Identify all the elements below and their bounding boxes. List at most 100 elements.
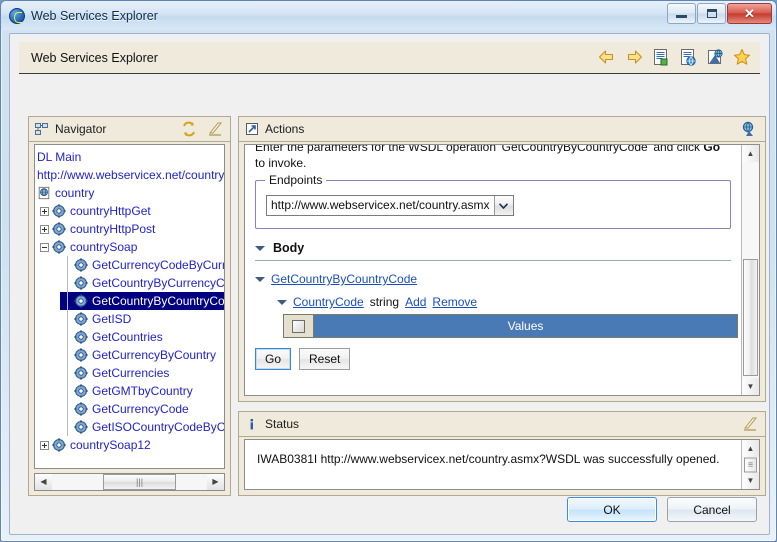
maximize-pane-icon[interactable] xyxy=(740,414,760,434)
tree-item-getcountrybycurrencycod[interactable]: GetCountryByCurrencyCod xyxy=(60,274,224,292)
instruction-suffix: to invoke. xyxy=(255,156,306,170)
tree-item-label[interactable]: http://www.webservicex.net/country xyxy=(37,166,224,184)
tree-item-getcurrencies[interactable]: GetCurrencies xyxy=(60,364,224,382)
collapse-operation-triangle-icon[interactable] xyxy=(255,277,265,282)
tree-item-label[interactable]: GetCountryByCurrencyCod xyxy=(92,274,224,292)
scroll-track[interactable]: ≡ xyxy=(742,457,759,472)
tree-item-label[interactable]: DL Main xyxy=(37,148,81,166)
instruction-prefix: Enter the parameters for the WSDL operat… xyxy=(255,145,703,154)
parameter-name-link[interactable]: CountryCode xyxy=(293,295,364,309)
tree-item-label[interactable]: GetCurrencyCode xyxy=(92,400,189,418)
cancel-button[interactable]: Cancel xyxy=(667,497,757,522)
expand-icon[interactable] xyxy=(40,441,49,450)
refresh-icon[interactable] xyxy=(179,119,199,139)
wsdl-page-icon[interactable] xyxy=(651,47,671,67)
go-button[interactable]: Go xyxy=(255,348,291,370)
tree-item-http-www-webservicex-net-country[interactable]: http://www.webservicex.net/country xyxy=(35,166,224,184)
scroll-up-button[interactable]: ▲ xyxy=(742,440,759,457)
tree-item-getgmtbycountry[interactable]: GetGMTbyCountry xyxy=(60,382,224,400)
tree-item-country[interactable]: country xyxy=(35,184,224,202)
app-banner: Web Services Explorer xyxy=(19,42,760,74)
tree-item-label[interactable]: GetGMTbyCountry xyxy=(92,382,193,400)
scroll-down-button[interactable]: ▼ xyxy=(742,472,759,489)
select-all-checkbox[interactable] xyxy=(292,320,305,333)
tree-item-getcountrybycountrycode[interactable]: GetCountryByCountryCode xyxy=(60,292,224,310)
tree-item-label[interactable]: countryHttpPost xyxy=(70,220,155,238)
application-window: Web Services Explorer ✕ Web Services Exp… xyxy=(0,0,777,542)
gear-icon xyxy=(74,420,88,434)
tree-item-dl-main[interactable]: DL Main xyxy=(35,148,224,166)
gear-icon xyxy=(74,312,88,326)
web-page-icon[interactable] xyxy=(678,47,698,67)
tree-item-countrysoap[interactable]: countrySoap xyxy=(38,238,224,256)
tree-item-getcountries[interactable]: GetCountries xyxy=(60,328,224,346)
window-controls: ✕ xyxy=(667,3,772,24)
scroll-thumb[interactable]: ||| xyxy=(103,474,176,490)
maximize-pane-icon[interactable] xyxy=(205,119,225,139)
scroll-right-button[interactable]: ▶ xyxy=(207,474,224,490)
navigator-tree-container[interactable]: DL Mainhttp://www.webservicex.net/countr… xyxy=(34,144,225,469)
favorites-star-icon[interactable] xyxy=(732,47,752,67)
maximize-pane-icon[interactable] xyxy=(740,119,760,139)
collapse-body-triangle-icon[interactable] xyxy=(255,246,265,251)
tree-connector-line xyxy=(62,418,74,436)
endpoint-dropdown[interactable]: http://www.webservicex.net/country.asmx xyxy=(266,195,514,216)
ok-button[interactable]: OK xyxy=(567,497,657,522)
triangle-down-icon: ▼ xyxy=(747,477,755,485)
tree-item-label[interactable]: GetCurrencyByCountry xyxy=(92,346,216,364)
minimize-button[interactable] xyxy=(667,3,696,24)
expand-icon[interactable] xyxy=(40,207,49,216)
values-select-all-cell[interactable] xyxy=(284,315,314,337)
navigator-tree[interactable]: DL Mainhttp://www.webservicex.net/countr… xyxy=(35,145,224,468)
gear-icon xyxy=(74,366,88,380)
collapse-parameter-triangle-icon[interactable] xyxy=(277,300,287,305)
operation-link[interactable]: GetCountryByCountryCode xyxy=(271,272,417,286)
tree-item-label[interactable]: GetISOCountryCodeByCoun xyxy=(92,418,224,436)
scroll-track[interactable] xyxy=(742,162,759,378)
uddi-page-icon[interactable] xyxy=(705,47,725,67)
endpoint-selected-value: http://www.webservicex.net/country.asmx xyxy=(267,196,494,215)
tree-item-label[interactable]: countrySoap xyxy=(70,238,137,256)
scroll-down-button[interactable]: ▼ xyxy=(742,378,759,395)
scroll-up-button[interactable]: ▲ xyxy=(742,145,759,162)
tree-item-getcurrencycodebycurrenc[interactable]: GetCurrencyCodeByCurrenc xyxy=(60,256,224,274)
tree-item-label[interactable]: GetCountries xyxy=(92,328,163,346)
scroll-track[interactable]: ||| xyxy=(52,474,207,490)
tree-item-label[interactable]: countrySoap12 xyxy=(70,436,151,454)
tree-item-label[interactable]: GetISD xyxy=(92,310,131,328)
scroll-left-button[interactable]: ◀ xyxy=(35,474,52,490)
actions-content: Enter the parameters for the WSDL operat… xyxy=(245,145,741,395)
scroll-thumb[interactable]: ≡ xyxy=(744,457,757,472)
add-link[interactable]: Add xyxy=(405,295,426,309)
tree-connector-line xyxy=(62,256,74,274)
close-button[interactable]: ✕ xyxy=(727,3,772,24)
parameter-row: CountryCode string Add Remove xyxy=(277,295,731,309)
maximize-button[interactable] xyxy=(697,3,726,24)
status-vertical-scrollbar[interactable]: ▲ ≡ ▼ xyxy=(741,440,759,489)
tree-item-countryhttpget[interactable]: countryHttpGet xyxy=(38,202,224,220)
tree-item-getisd[interactable]: GetISD xyxy=(60,310,224,328)
tree-item-countryhttppost[interactable]: countryHttpPost xyxy=(38,220,224,238)
navigator-title: Navigator xyxy=(55,122,106,136)
tree-item-getcurrencycode[interactable]: GetCurrencyCode xyxy=(60,400,224,418)
chevron-down-icon[interactable] xyxy=(494,196,513,215)
tree-item-getisocountrycodebycoun[interactable]: GetISOCountryCodeByCoun xyxy=(60,418,224,436)
tree-item-label[interactable]: GetCountryByCountryCode xyxy=(92,292,224,310)
actions-vertical-scrollbar[interactable]: ▲ ▼ xyxy=(741,145,759,395)
scroll-thumb[interactable] xyxy=(743,259,758,376)
collapse-icon[interactable] xyxy=(40,243,49,252)
tree-item-getcurrencybycountry[interactable]: GetCurrencyByCountry xyxy=(60,346,224,364)
tree-item-countrysoap12[interactable]: countrySoap12 xyxy=(38,436,224,454)
remove-link[interactable]: Remove xyxy=(432,295,477,309)
tree-item-label[interactable]: countryHttpGet xyxy=(70,202,151,220)
tree-item-label[interactable]: GetCurrencyCodeByCurrenc xyxy=(92,256,224,274)
back-icon[interactable] xyxy=(597,47,617,67)
tree-item-label[interactable]: GetCurrencies xyxy=(92,364,169,382)
forward-icon[interactable] xyxy=(624,47,644,67)
maximize-icon xyxy=(707,9,717,18)
triangle-up-icon: ▲ xyxy=(747,150,755,158)
reset-button[interactable]: Reset xyxy=(299,348,350,370)
navigator-horizontal-scrollbar[interactable]: ◀ ||| ▶ xyxy=(34,473,225,491)
expand-icon[interactable] xyxy=(40,225,49,234)
tree-item-label[interactable]: country xyxy=(55,184,94,202)
